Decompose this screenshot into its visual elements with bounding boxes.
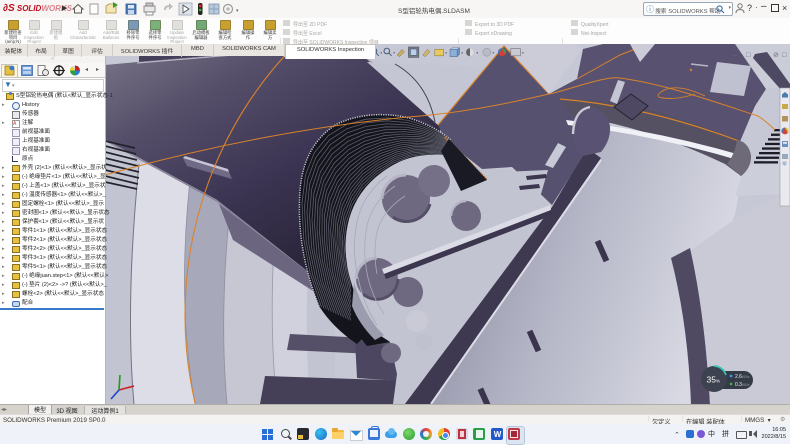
svg-text:▾: ▾ <box>508 51 510 55</box>
svg-text:▾: ▾ <box>236 8 239 14</box>
svg-text:▾: ▾ <box>445 51 447 55</box>
svg-text:▾: ▾ <box>393 51 395 55</box>
svg-text:▾: ▾ <box>522 51 524 55</box>
svg-text:▾: ▾ <box>380 51 382 55</box>
svg-text:–: – <box>733 52 737 59</box>
svg-text:▾: ▾ <box>476 51 478 55</box>
svg-text:⊘: ⊘ <box>773 52 779 59</box>
svg-text:▾: ▾ <box>492 51 494 55</box>
svg-text:▾: ▾ <box>461 51 463 55</box>
